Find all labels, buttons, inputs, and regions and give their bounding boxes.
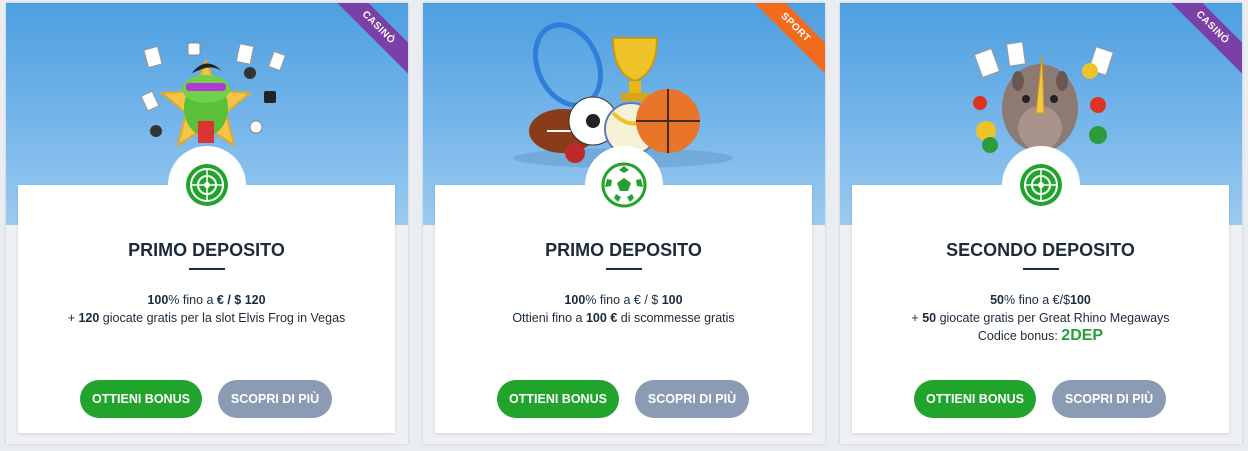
offer-title: PRIMO DEPOSITO [545, 240, 702, 260]
free-spins-count: 50 [922, 311, 937, 325]
offer-description: 50% fino a €/$100 + 50 giocate gratis pe… [852, 291, 1229, 345]
promo-card-casino-second-deposit: CASINÒ SECONDO DEPOSITO 50% fino a €/$10… [840, 3, 1242, 444]
title-divider [188, 268, 225, 270]
bonus-amount: € / $ 120 [216, 293, 266, 307]
learn-more-button[interactable]: SCOPRI DI PIÙ [1052, 380, 1166, 418]
free-bets-amount: 100 € [585, 311, 618, 325]
roulette-icon [1020, 164, 1062, 206]
bonus-amount: 100 [1070, 293, 1091, 307]
free-bets-text: di scommesse gratis [617, 311, 735, 325]
badge-circle [1002, 146, 1080, 224]
learn-more-button[interactable]: SCOPRI DI PIÙ [218, 380, 332, 418]
free-bets-prefix: Ottieni fino a [512, 311, 586, 325]
bonus-code-label: Codice bonus: [977, 329, 1062, 343]
bonus-text: % fino a €/$ [1004, 293, 1071, 307]
badge-circle [585, 146, 663, 224]
roulette-icon [186, 164, 228, 206]
learn-more-button[interactable]: SCOPRI DI PIÙ [635, 380, 749, 418]
free-spins-text: giocate gratis per Great Rhino Megaways [936, 311, 1170, 325]
free-spins-count: 120 [78, 311, 100, 325]
offer-description: 100% fino a € / $ 100 Ottieni fino a 100… [435, 291, 812, 327]
free-spins-text: giocate gratis per la slot Elvis Frog in… [99, 311, 346, 325]
bonus-percent: 50 [990, 293, 1005, 307]
title-divider [1022, 268, 1059, 270]
bonus-percent: 100 [564, 293, 586, 307]
get-bonus-button[interactable]: OTTIENI BONUS [497, 380, 619, 418]
offer-title: SECONDO DEPOSITO [946, 240, 1135, 260]
soccer-ball-icon [601, 162, 647, 208]
promo-card-casino-first-deposit: CASINÒ PRIMO DEPOSITO 100% fino a € / $ … [6, 3, 408, 444]
get-bonus-button[interactable]: OTTIENI BONUS [914, 380, 1036, 418]
offer-description: 100% fino a € / $ 120 + 120 giocate grat… [18, 291, 395, 327]
bonus-amount: 100 [661, 293, 683, 307]
bonus-percent: 100 [147, 293, 169, 307]
free-spins-prefix: + [911, 311, 923, 325]
promo-card-sport-first-deposit: SPORT PRIMO DEPOSITO 100% fino a € / $ 1… [423, 3, 825, 444]
offer-title: PRIMO DEPOSITO [128, 240, 285, 260]
bonus-text: % fino a € / $ [585, 293, 662, 307]
get-bonus-button[interactable]: OTTIENI BONUS [80, 380, 202, 418]
bonus-code-value: 2DEP [1061, 327, 1104, 344]
bonus-text: % fino a [168, 293, 217, 307]
badge-circle [168, 146, 246, 224]
free-spins-prefix: + [67, 311, 79, 325]
title-divider [605, 268, 642, 270]
